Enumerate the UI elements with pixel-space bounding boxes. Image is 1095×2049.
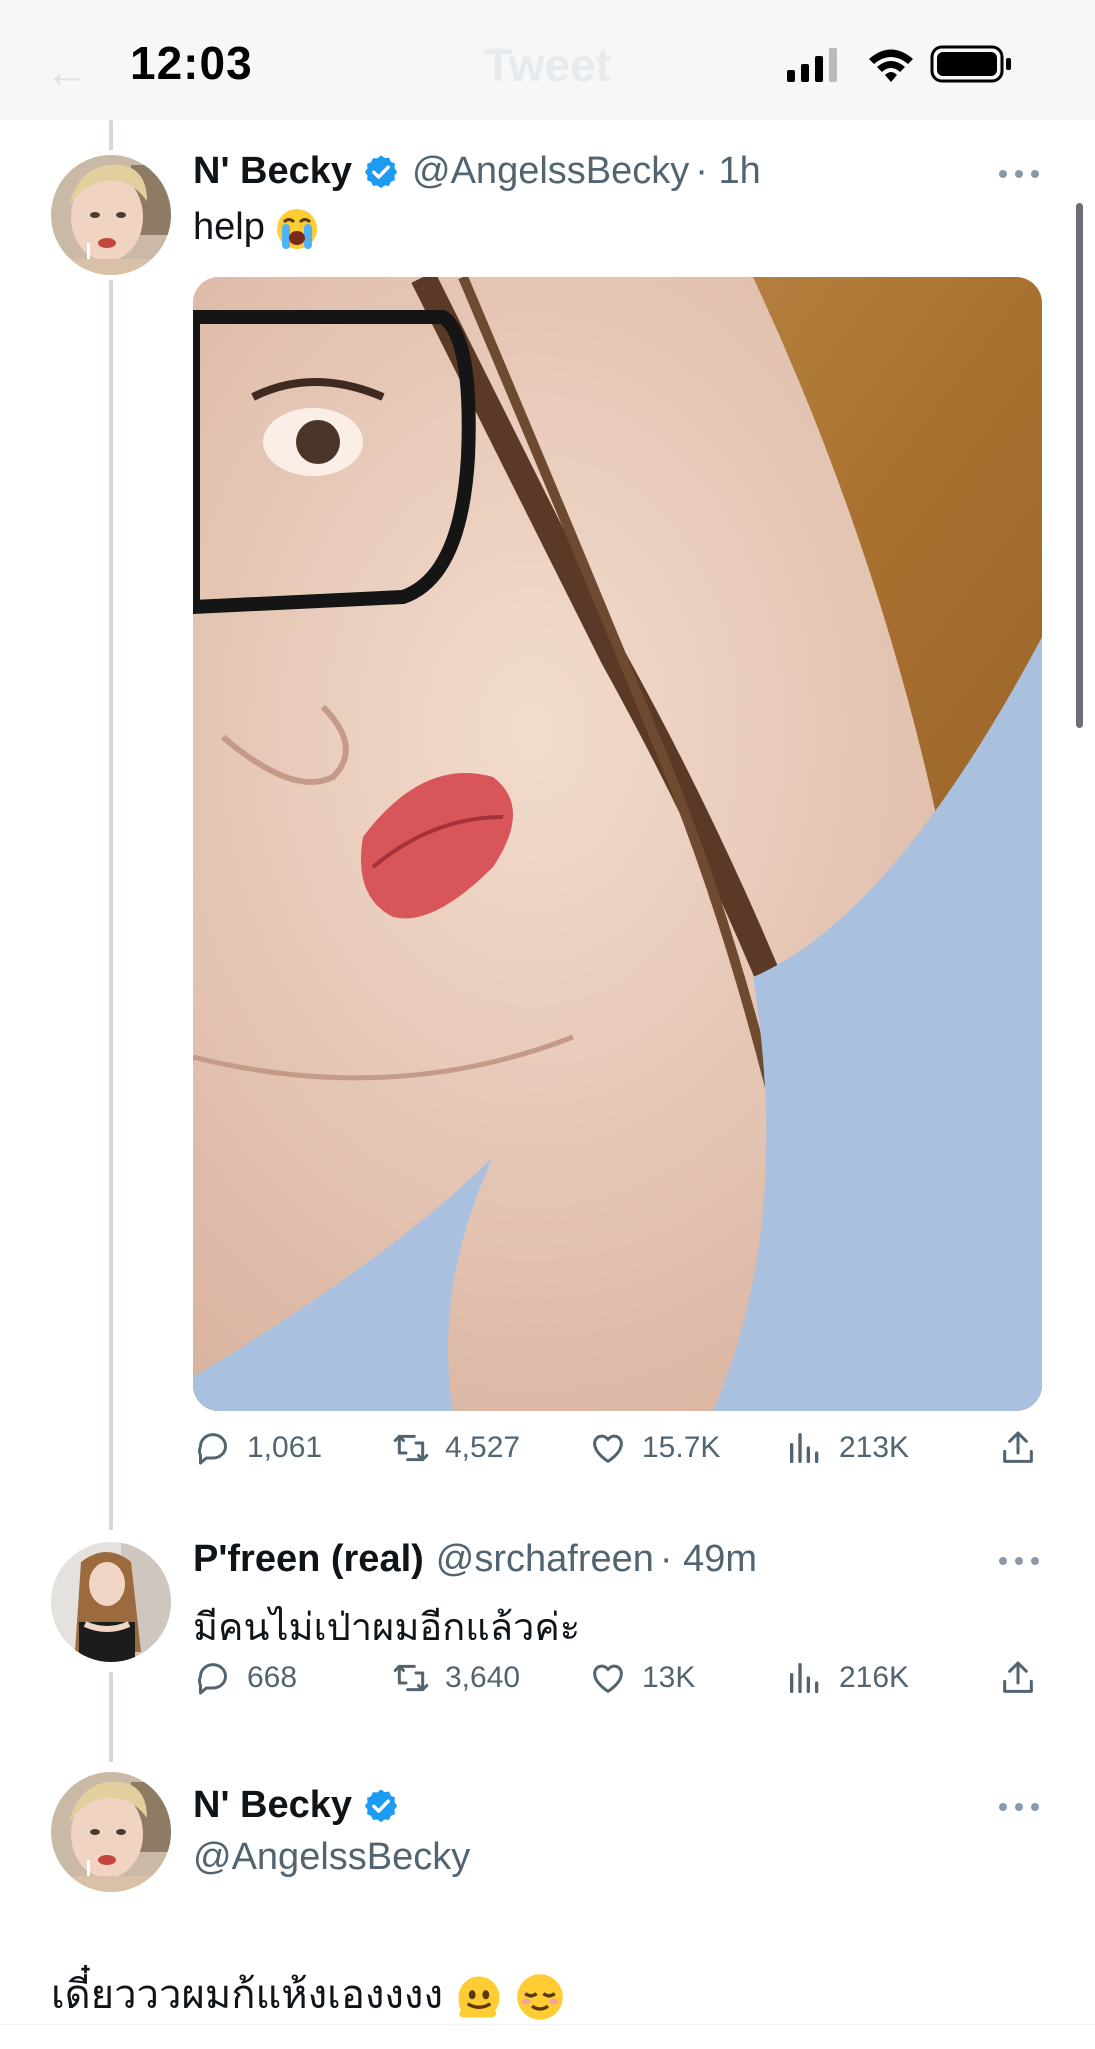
retweet-icon: [393, 1434, 429, 1462]
reply-icon: [198, 1663, 227, 1695]
cellular-signal-icon: [787, 48, 837, 82]
loudly-crying-face-emoji: [277, 208, 318, 249]
retweet-icon: [393, 1664, 429, 1692]
heart-icon: [593, 1664, 623, 1693]
tweet-time[interactable]: · 1h: [695, 150, 760, 193]
view-count: 216K: [839, 1661, 910, 1694]
bottom-divider: [0, 2024, 1095, 2049]
retweet-button[interactable]: 4,527: [391, 1428, 520, 1468]
thread-line: [109, 280, 113, 1530]
more-options-icon[interactable]: [997, 1801, 1041, 1813]
author-name[interactable]: N' Becky: [193, 1784, 352, 1827]
retweet-count: 3,640: [445, 1661, 521, 1694]
avatar[interactable]: [51, 155, 171, 275]
like-count: 13K: [642, 1661, 696, 1694]
scrollbar[interactable]: [1076, 203, 1083, 728]
tweet-actions: 668 3,640 13K 216K: [193, 1658, 1042, 1708]
share-icon: [1003, 1431, 1033, 1463]
like-button[interactable]: 15.7K: [588, 1428, 720, 1468]
author-name[interactable]: P'freen (real): [193, 1538, 424, 1581]
author-name[interactable]: N' Becky: [193, 150, 352, 193]
status-time: 12:03: [130, 37, 253, 89]
author-handle[interactable]: @AngelssBecky: [193, 1836, 470, 1879]
tweet-text-container: help: [193, 206, 319, 251]
tweet-time[interactable]: · 49m: [660, 1538, 757, 1581]
views-chart-icon: [790, 1433, 819, 1463]
heart-icon: [593, 1434, 623, 1463]
relieved-face-emoji: [517, 1974, 563, 2021]
tweet-header: N' Becky: [193, 1784, 400, 1827]
views-chart-icon: [790, 1663, 819, 1693]
view-count: 213K: [839, 1431, 910, 1464]
more-options-icon[interactable]: [997, 168, 1041, 180]
avatar[interactable]: [51, 1772, 171, 1892]
wifi-icon: [869, 49, 913, 82]
like-count: 15.7K: [642, 1431, 721, 1464]
status-bar: ← Tweet 12:03: [0, 0, 1095, 120]
thread-line: [109, 1672, 113, 1762]
thread-line: [109, 120, 113, 150]
reply-count: 1,061: [247, 1431, 323, 1464]
views-button[interactable]: 216K: [785, 1658, 909, 1698]
author-handle[interactable]: @AngelssBecky: [412, 150, 689, 193]
status-icons: [787, 45, 1011, 83]
reply-button[interactable]: 668: [193, 1658, 297, 1698]
like-button[interactable]: 13K: [588, 1658, 695, 1698]
retweet-count: 4,527: [445, 1431, 521, 1464]
share-button[interactable]: [998, 1428, 1038, 1468]
tweet-photo[interactable]: [193, 277, 1042, 1411]
reply-count: 668: [247, 1661, 298, 1694]
retweet-button[interactable]: 3,640: [391, 1658, 520, 1698]
tweet-text-container: เดี๋ยวววผมก้แห้งเองงงง: [51, 1962, 565, 2026]
reply-icon: [198, 1433, 227, 1465]
reply-button[interactable]: 1,061: [193, 1428, 322, 1468]
views-button[interactable]: 213K: [785, 1428, 909, 1468]
tweet-header: N' Becky @AngelssBecky · 1h: [193, 150, 761, 193]
author-handle[interactable]: @srchafreen: [436, 1538, 654, 1581]
tweet-text: มีคนไม่เป่าผมอีกแล้วค่ะ: [193, 1607, 581, 1649]
verified-badge-icon: [364, 154, 398, 188]
more-options-icon[interactable]: [997, 1555, 1041, 1567]
tweet-actions: 1,061 4,527 15.7K 213K: [193, 1428, 1042, 1478]
tweet-text: เดี๋ยวววผมก้แห้งเองงงง: [51, 1973, 443, 2017]
battery-icon: [930, 45, 1011, 83]
melting-face-emoji: [458, 1976, 500, 2018]
tweet-text: help: [193, 206, 265, 248]
share-button[interactable]: [998, 1658, 1038, 1698]
tweet-header: P'freen (real) @srchafreen · 49m: [193, 1538, 757, 1581]
verified-badge-icon: [364, 1788, 398, 1822]
avatar[interactable]: [51, 1542, 171, 1662]
share-icon: [1003, 1661, 1033, 1693]
